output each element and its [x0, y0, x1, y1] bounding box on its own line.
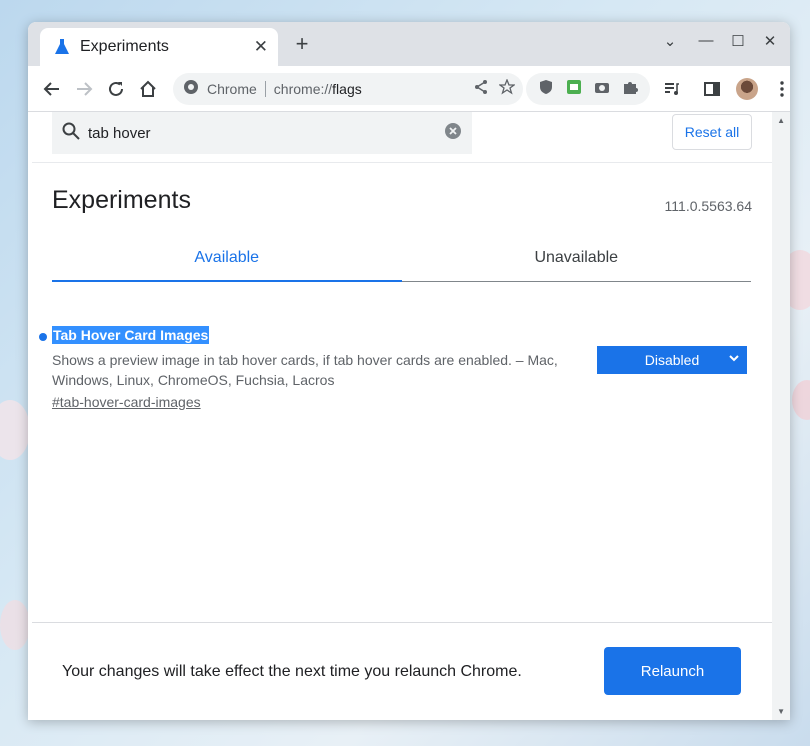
search-input[interactable]: tab hover — [88, 125, 444, 142]
forward-arrow-icon[interactable] — [68, 73, 100, 105]
clear-search-icon[interactable] — [444, 122, 462, 145]
flag-state-value: Disabled — [644, 352, 700, 368]
version-label: 111.0.5563.64 — [664, 198, 752, 214]
chrome-logo-icon — [183, 79, 199, 100]
chevron-down-icon — [727, 351, 741, 368]
browser-tab-experiments[interactable]: Experiments ✕ — [40, 28, 278, 66]
relaunch-button[interactable]: Relaunch — [604, 647, 741, 695]
bookmark-star-icon[interactable] — [498, 77, 516, 100]
background-blossom — [792, 380, 810, 420]
reload-icon[interactable] — [100, 73, 132, 105]
divider — [32, 162, 772, 163]
tab-strip: Experiments ✕ + ⌄ — ☐ ✕ — [28, 22, 790, 66]
puzzle-extensions-icon[interactable] — [622, 79, 638, 100]
tab-title: Experiments — [80, 38, 169, 55]
flag-search-box[interactable]: tab hover — [52, 112, 472, 154]
flag-title: Tab Hover Card Images — [52, 326, 210, 344]
minimize-icon[interactable]: — — [696, 32, 716, 49]
tab-unavailable[interactable]: Unavailable — [402, 234, 752, 281]
relaunch-footer: Your changes will take effect the next t… — [32, 622, 772, 720]
media-queue-icon[interactable] — [656, 73, 688, 105]
modified-indicator — [39, 333, 47, 341]
chevron-down-icon[interactable]: ⌄ — [660, 32, 680, 50]
site-label: Chrome — [207, 81, 257, 97]
right-toolbar — [656, 73, 790, 105]
side-panel-icon[interactable] — [696, 73, 728, 105]
reset-all-button[interactable]: Reset all — [672, 114, 752, 150]
flag-state-select[interactable]: Disabled — [597, 346, 747, 374]
search-icon — [62, 122, 80, 145]
ublock-shield-icon[interactable] — [538, 79, 554, 100]
home-icon[interactable] — [132, 73, 164, 105]
green-extension-icon[interactable] — [566, 79, 582, 100]
browser-window: Experiments ✕ + ⌄ — ☐ ✕ Chrome chrome://… — [28, 22, 790, 720]
flag-description: Shows a preview image in tab hover cards… — [52, 352, 558, 388]
url-path: flags — [332, 81, 362, 97]
scroll-down-arrow-icon[interactable]: ▼ — [777, 707, 785, 716]
kebab-menu-icon[interactable] — [766, 73, 790, 105]
close-icon[interactable]: ✕ — [254, 37, 268, 57]
page-title: Experiments — [52, 186, 191, 214]
share-icon[interactable] — [473, 79, 489, 100]
background-blossom — [0, 600, 30, 650]
tab-available[interactable]: Available — [52, 234, 402, 282]
flask-icon — [54, 39, 70, 55]
profile-avatar[interactable] — [736, 78, 758, 100]
extensions-group — [526, 73, 650, 105]
browser-toolbar: Chrome chrome://flags — [28, 66, 790, 112]
page-scrollbar[interactable]: ▲ ▼ — [772, 112, 790, 720]
url-text: chrome://flags — [274, 81, 362, 97]
relaunch-message: Your changes will take effect the next t… — [62, 663, 522, 680]
flags-page: tab hover Reset all Experiments 111.0.55… — [28, 112, 772, 720]
flags-tabs: Available Unavailable — [52, 234, 751, 282]
divider — [264, 81, 266, 97]
maximize-icon[interactable]: ☐ — [728, 32, 748, 50]
back-arrow-icon[interactable] — [36, 73, 68, 105]
url-prefix: chrome:// — [273, 81, 333, 97]
new-tab-icon[interactable]: + — [290, 31, 314, 57]
camera-icon[interactable] — [594, 79, 610, 100]
background-blossom — [0, 400, 30, 460]
address-bar[interactable]: Chrome chrome://flags — [173, 73, 523, 105]
flag-anchor-link[interactable]: #tab-hover-card-images — [52, 394, 201, 410]
close-window-icon[interactable]: ✕ — [760, 32, 780, 50]
omnibox-actions — [473, 73, 516, 105]
scroll-up-arrow-icon[interactable]: ▲ — [777, 116, 785, 125]
